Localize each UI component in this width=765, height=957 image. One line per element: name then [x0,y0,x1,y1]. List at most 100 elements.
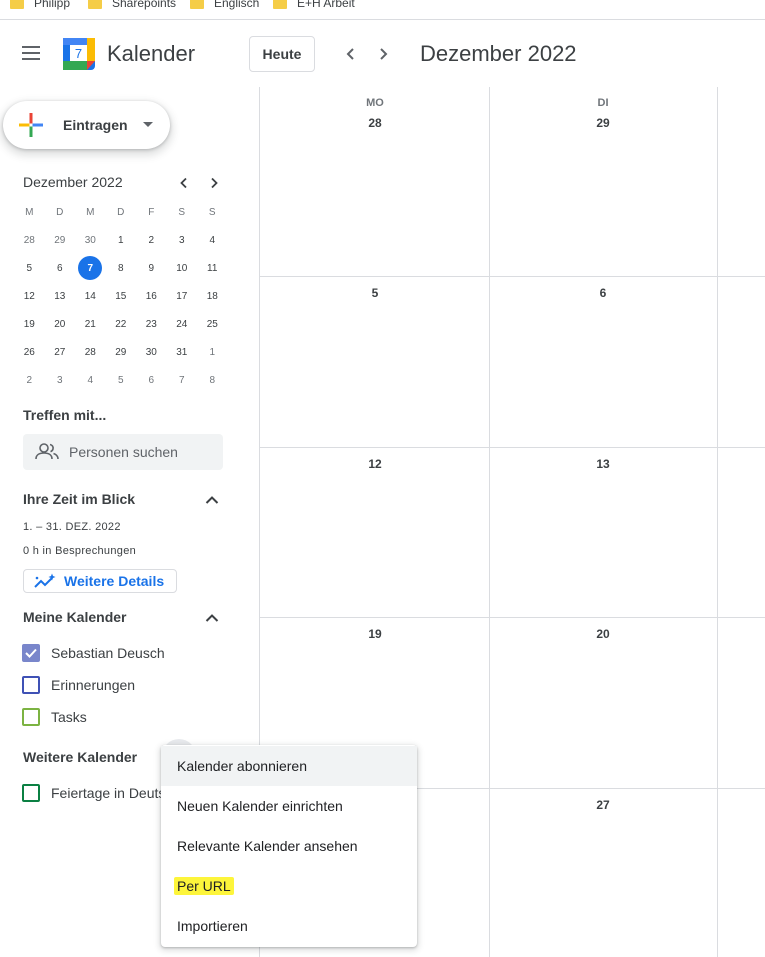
menu-item-from-url[interactable]: Per URL [161,866,417,906]
create-button[interactable]: Eintragen [3,101,170,149]
mini-weekday-header: D [117,206,125,218]
weekday-header-di: DI [597,97,609,109]
main-menu-button[interactable] [14,38,48,68]
mini-day[interactable]: 14 [75,282,106,310]
mini-day[interactable]: 21 [75,310,106,338]
other-calendars-title: Weitere Kalender [23,749,138,765]
today-marker: 7 [78,256,103,280]
mini-calendar-grid: M D M D F S S 28 29 30 1 2 3 4 5 6 7 8 9… [14,198,228,394]
mini-day[interactable]: 26 [14,338,45,366]
mini-day[interactable]: 28 [75,338,106,366]
mini-day[interactable]: 3 [167,226,198,254]
checkbox-checked[interactable] [22,644,40,662]
other-calendars-menu: Kalender abonnieren Neuen Kalender einri… [161,745,417,947]
time-insights-title: Ihre Zeit im Blick [23,491,136,507]
app-title: Kalender [107,41,196,66]
today-button[interactable]: Heute [249,36,315,72]
menu-item-import[interactable]: Importieren [161,906,417,946]
mini-day[interactable]: 4 [75,366,106,394]
chevron-up-icon[interactable] [203,609,221,627]
menu-item-subscribe[interactable]: Kalender abonnieren [161,746,417,786]
mini-previous-month-button[interactable] [173,172,195,194]
mini-day[interactable]: 6 [136,366,167,394]
mini-day[interactable]: 8 [197,366,228,394]
calendar-item-erinnerungen[interactable]: Erinnerungen [22,675,135,695]
calendar-item-sebastian[interactable]: Sebastian Deusch [22,643,165,663]
chevron-up-icon[interactable] [203,491,221,509]
mini-weekday-header: F [148,206,155,218]
mini-day-today[interactable]: 7 [75,254,106,282]
column-divider [717,87,718,957]
current-month-title: Dezember 2022 [420,41,577,66]
meet-with-title: Treffen mit... [23,407,107,423]
next-period-button[interactable] [369,40,397,68]
mini-day[interactable]: 15 [106,282,137,310]
bookmark-englisch[interactable]: Englisch [190,0,259,13]
mini-day[interactable]: 30 [75,226,106,254]
bookmark-philipp[interactable]: Philipp [10,0,70,13]
day-number[interactable]: 20 [583,627,623,641]
bookmark-sharepoints[interactable]: Sharepoints [88,0,176,13]
bookmark-eh-arbeit[interactable]: E+H Arbeit [273,0,355,13]
row-divider [260,447,765,448]
mini-day[interactable]: 2 [136,226,167,254]
menu-item-create-new[interactable]: Neuen Kalender einrichten [161,786,417,826]
mini-day[interactable]: 2 [14,366,45,394]
checkbox-unchecked[interactable] [22,784,40,802]
checkbox-unchecked[interactable] [22,676,40,694]
calendar-item-tasks[interactable]: Tasks [22,707,87,727]
mini-day[interactable]: 29 [45,226,76,254]
people-search-input[interactable]: Personen suchen [23,434,223,470]
menu-item-from-url-label: Per URL [174,877,234,895]
mini-day[interactable]: 7 [167,366,198,394]
mini-day[interactable]: 13 [45,282,76,310]
day-number[interactable]: 6 [583,286,623,300]
mini-day[interactable]: 27 [45,338,76,366]
day-number[interactable]: 12 [355,457,395,471]
mini-day[interactable]: 5 [106,366,137,394]
day-number[interactable]: 28 [355,116,395,130]
mini-day[interactable]: 31 [167,338,198,366]
mini-day[interactable]: 3 [45,366,76,394]
bookmark-label: E+H Arbeit [297,0,355,10]
day-number[interactable]: 13 [583,457,623,471]
day-number[interactable]: 27 [583,798,623,812]
mini-day[interactable]: 30 [136,338,167,366]
menu-item-browse-relevant[interactable]: Relevante Kalender ansehen [161,826,417,866]
previous-period-button[interactable] [337,40,365,68]
chevron-left-icon [346,48,354,60]
mini-day[interactable]: 28 [14,226,45,254]
mini-day[interactable]: 9 [136,254,167,282]
mini-day[interactable]: 8 [106,254,137,282]
chevron-right-icon [380,48,388,60]
caret-down-icon [143,122,153,127]
mini-day[interactable]: 11 [197,254,228,282]
calendar-logo-icon[interactable]: 7 [62,37,96,71]
mini-day[interactable]: 29 [106,338,137,366]
mini-day[interactable]: 25 [197,310,228,338]
mini-next-month-button[interactable] [203,172,225,194]
mini-day[interactable]: 24 [167,310,198,338]
checkbox-unchecked[interactable] [22,708,40,726]
mini-day[interactable]: 17 [167,282,198,310]
mini-day[interactable]: 22 [106,310,137,338]
more-details-button[interactable]: Weitere Details [23,569,177,593]
mini-day[interactable]: 20 [45,310,76,338]
day-number[interactable]: 29 [583,116,623,130]
mini-day[interactable]: 12 [14,282,45,310]
day-number[interactable]: 5 [355,286,395,300]
mini-day[interactable]: 6 [45,254,76,282]
mini-day[interactable]: 19 [14,310,45,338]
mini-day[interactable]: 1 [106,226,137,254]
create-label: Eintragen [63,117,128,133]
day-number[interactable]: 19 [355,627,395,641]
more-details-label: Weitere Details [64,573,165,589]
mini-day[interactable]: 5 [14,254,45,282]
mini-day[interactable]: 16 [136,282,167,310]
mini-day[interactable]: 23 [136,310,167,338]
mini-weekday-header: D [56,206,64,218]
mini-day[interactable]: 1 [197,338,228,366]
mini-day[interactable]: 10 [167,254,198,282]
mini-day[interactable]: 4 [197,226,228,254]
mini-day[interactable]: 18 [197,282,228,310]
